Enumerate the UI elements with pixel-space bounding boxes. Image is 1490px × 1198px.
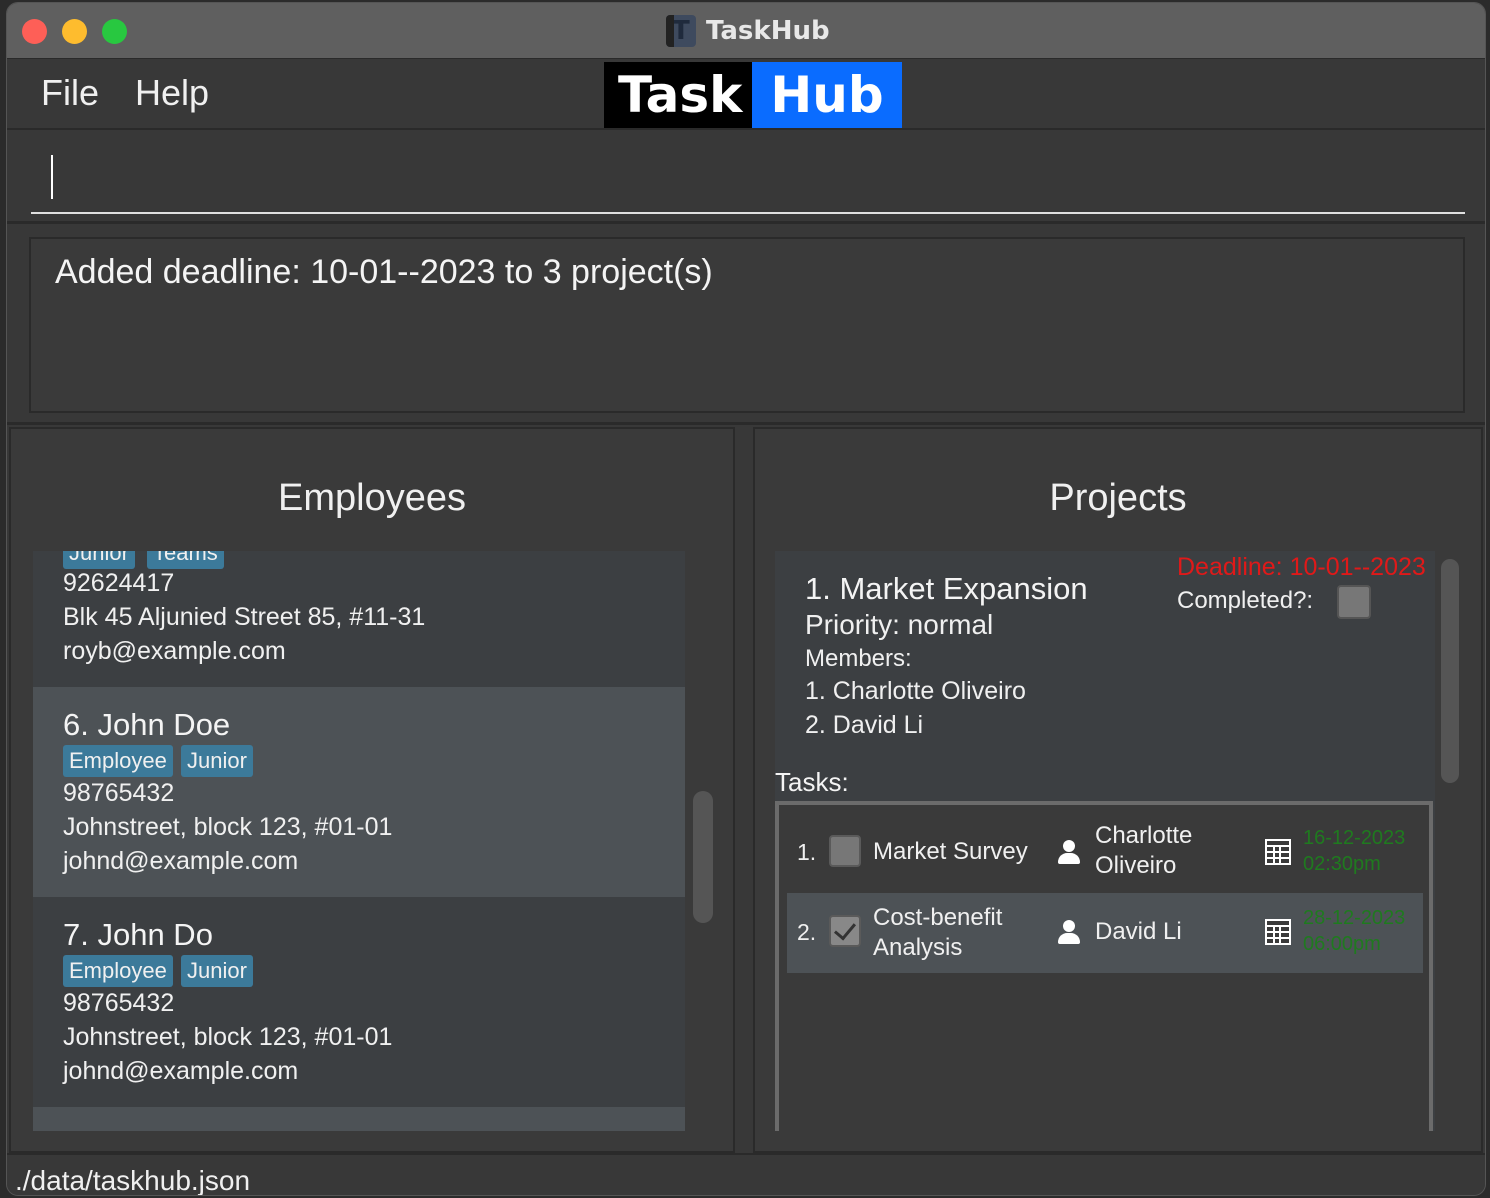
- employee-address: Blk 45 Aljunied Street 85, #11-31: [63, 603, 426, 631]
- menu-help[interactable]: Help: [135, 72, 209, 114]
- logo-task: Task: [604, 62, 753, 128]
- employee-list-scrollbar[interactable]: [693, 791, 713, 923]
- project-member: 2. David Li: [805, 711, 924, 739]
- app-icon: [666, 15, 696, 47]
- employee-card[interactable]: Junior Teams 92624417 Blk 45 Aljunied St…: [33, 551, 685, 687]
- calendar-icon: [1265, 839, 1291, 865]
- task-due-date: 28-12-2023: [1303, 907, 1406, 929]
- task-due-date: 16-12-2023: [1303, 827, 1406, 849]
- task-due-time: 06:00pm: [1303, 933, 1381, 955]
- task-row[interactable]: 2. Cost-benefit Analysis David Li 28-12-…: [787, 893, 1423, 973]
- result-display: Added deadline: 10-01--2023 to 3 project…: [29, 237, 1465, 413]
- project-card[interactable]: 1. Market Expansion Priority: normal Mem…: [775, 551, 1435, 1131]
- employee-tag: Employee: [63, 745, 173, 777]
- task-name-line2: Analysis: [873, 934, 963, 961]
- close-window-button[interactable]: [22, 19, 47, 44]
- employee-phone: 92624417: [63, 569, 175, 597]
- command-box: [7, 132, 1485, 224]
- employee-card[interactable]: 7. John Do Employee Junior 98765432 John…: [33, 897, 685, 1107]
- project-tasks-label: Tasks:: [775, 767, 849, 797]
- result-display-area: Added deadline: 10-01--2023 to 3 project…: [7, 225, 1485, 425]
- minimize-window-button[interactable]: [62, 19, 87, 44]
- employee-name: 7. John Do: [63, 917, 213, 952]
- window-title: TaskHub: [706, 16, 830, 46]
- task-number: 2.: [797, 919, 817, 945]
- task-assignee-line2: Oliveiro: [1095, 852, 1177, 879]
- title-bar: TaskHub: [7, 3, 1485, 59]
- employee-list[interactable]: Junior Teams 92624417 Blk 45 Aljunied St…: [33, 551, 685, 1131]
- employee-tag: Teams: [147, 551, 224, 569]
- project-priority: Priority: normal: [805, 609, 994, 640]
- user-icon: [1057, 920, 1081, 946]
- app-window: TaskHub File Help Task Hub Added deadlin…: [6, 2, 1486, 1196]
- menu-bar: File Help Task Hub: [7, 60, 1485, 130]
- save-file-path: ./data/taskhub.json: [15, 1165, 251, 1196]
- employee-email: johnd@example.com: [63, 1057, 299, 1085]
- task-list[interactable]: 1. Market Survey Charlotte Oliveiro 16-1…: [775, 801, 1433, 1131]
- projects-panel: Projects 1. Market Expansion Priority: n…: [753, 427, 1483, 1153]
- project-list-scrollbar[interactable]: [1441, 559, 1459, 783]
- employee-email: johnd@example.com: [63, 847, 299, 875]
- status-bar: ./data/taskhub.json: [7, 1153, 1485, 1196]
- project-deadline: Deadline: 10-01--2023: [1177, 553, 1426, 581]
- project-member: 1. Charlotte Oliveiro: [805, 677, 1026, 705]
- window-title-group: TaskHub: [666, 13, 830, 49]
- task-row[interactable]: 1. Market Survey Charlotte Oliveiro 16-1…: [787, 813, 1423, 893]
- user-icon: [1057, 840, 1081, 866]
- employee-name: 6. John Doe: [63, 707, 231, 742]
- employee-address: Johnstreet, block 123, #01-01: [63, 813, 393, 841]
- project-name: 1. Market Expansion: [805, 571, 1088, 606]
- project-members-label: Members:: [805, 645, 912, 672]
- employee-tag: Junior: [181, 745, 253, 777]
- task-assignee: Charlotte: [1095, 822, 1193, 849]
- employees-title: Employees: [278, 477, 466, 519]
- task-due-time: 02:30pm: [1303, 853, 1381, 875]
- task-number: 1.: [797, 839, 817, 865]
- command-input[interactable]: [31, 144, 1465, 214]
- taskhub-logo: Task Hub: [604, 62, 902, 128]
- employee-card[interactable]: [33, 1107, 685, 1131]
- employee-card[interactable]: 6. John Doe Employee Junior 98765432 Joh…: [33, 687, 685, 897]
- logo-hub: Hub: [752, 62, 902, 128]
- menu-file[interactable]: File: [41, 72, 99, 114]
- employee-address: Johnstreet, block 123, #01-01: [63, 1023, 393, 1051]
- employee-phone: 98765432: [63, 989, 175, 1017]
- project-completed-checkbox[interactable]: [1337, 585, 1371, 619]
- employee-tag: Employee: [63, 955, 173, 987]
- task-assignee: David Li: [1095, 918, 1182, 945]
- calendar-icon: [1265, 919, 1291, 945]
- employee-tag: Junior: [63, 551, 135, 569]
- task-name: Market Survey: [873, 838, 1028, 865]
- task-name: Cost-benefit: [873, 904, 1003, 931]
- employee-tag: Junior: [181, 955, 253, 987]
- maximize-window-button[interactable]: [102, 19, 127, 44]
- employees-panel: Employees Junior Teams 92624417 Blk 45 A…: [9, 427, 735, 1153]
- employee-email: royb@example.com: [63, 637, 286, 665]
- projects-title: Projects: [1049, 477, 1187, 519]
- task-done-checkbox[interactable]: [829, 835, 861, 867]
- employee-phone: 98765432: [63, 779, 175, 807]
- project-completed-label: Completed?:: [1177, 587, 1314, 614]
- result-message: Added deadline: 10-01--2023 to 3 project…: [55, 253, 713, 291]
- task-done-checkbox[interactable]: [829, 915, 861, 947]
- text-cursor: [51, 155, 53, 199]
